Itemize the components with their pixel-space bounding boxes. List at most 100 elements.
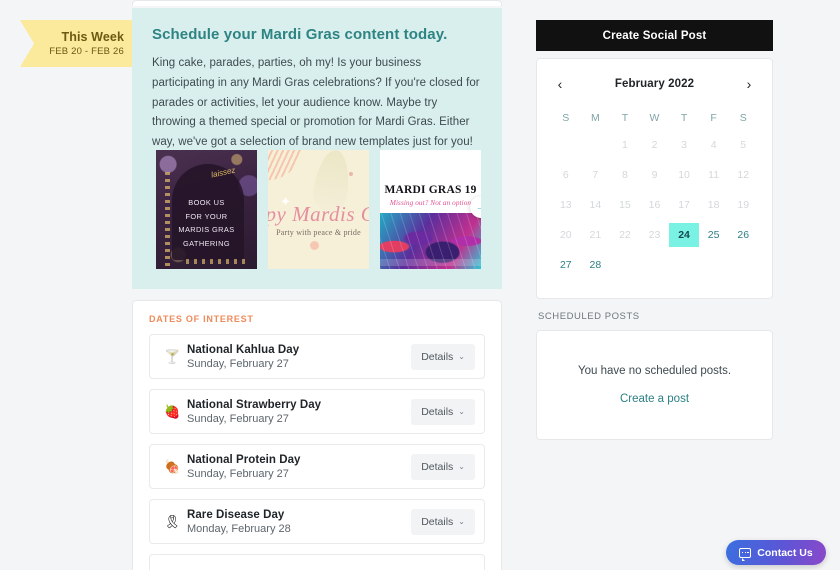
calendar-day-26[interactable]: 26 — [728, 223, 758, 247]
calendar-day-25[interactable]: 25 — [699, 223, 729, 247]
calendar-day-22: 22 — [619, 229, 631, 241]
template-card-3[interactable]: MARDI GRAS 19 Missing out? Not an option… — [380, 150, 481, 269]
calendar-day-2: 2 — [651, 139, 658, 151]
details-label: Details — [421, 350, 454, 363]
calendar-day-8: 8 — [622, 169, 628, 181]
calendar-prev-icon[interactable]: ‹ — [551, 76, 569, 92]
beads-decoration-bottom — [186, 259, 248, 264]
dates-of-interest-card: DATES OF INTEREST 🍸 National Kahlua Day … — [132, 300, 502, 570]
calendar-weekday: F — [710, 111, 717, 124]
template-3-subhead: Missing out? Not an option — [389, 199, 472, 207]
template-1-line-3: MARDIS GRAS — [178, 225, 235, 235]
scheduled-posts-empty-text: You have no scheduled posts. — [577, 365, 732, 377]
ribbon-title: This Week — [61, 30, 124, 44]
calendar-day-14: 14 — [589, 199, 602, 211]
calendar-day-27[interactable]: 27 — [551, 253, 581, 277]
calendar-day-11: 11 — [708, 169, 720, 181]
date-row[interactable]: 🍓 National Strawberry Day Sunday, Februa… — [149, 389, 485, 434]
calendar-day-1: 1 — [622, 139, 628, 151]
calendar-weekday: T — [621, 111, 629, 124]
strawberry-icon: 🍓 — [164, 403, 181, 419]
template-1-line-4: GATHERING — [183, 239, 230, 249]
calendar-header: ‹ February 2022 › — [551, 71, 758, 96]
calendar-day-blank — [551, 133, 581, 157]
ray-decoration — [268, 150, 302, 180]
calendar-day-blank — [581, 133, 611, 157]
calendar-weekday: M — [590, 111, 600, 124]
calendar-day-13: 13 — [559, 199, 572, 211]
date-name: National Protein Day — [187, 453, 301, 466]
calendar-day-7: 7 — [592, 169, 599, 181]
contact-us-button[interactable]: Contact Us — [726, 540, 826, 565]
cocktail-glass-icon: 🍸 — [164, 348, 181, 364]
details-label: Details — [421, 515, 454, 528]
date-row-partial[interactable] — [149, 554, 485, 570]
date-when: Sunday, February 27 — [187, 357, 289, 370]
date-info: National Protein Day Sunday, February 27 — [187, 454, 411, 480]
template-carousel: laissez BOOK US FOR YOUR MARDIS GRAS GAT… — [156, 150, 481, 269]
calendar-day-3: 3 — [681, 139, 687, 151]
date-row[interactable]: 🍖 National Protein Day Sunday, February … — [149, 444, 485, 489]
calendar-day-16: 16 — [648, 199, 661, 211]
calendar-day-17: 17 — [678, 199, 690, 211]
calendar-weekday: T — [680, 111, 688, 124]
calendar-day-9: 9 — [651, 169, 658, 181]
calendar-day-20: 20 — [559, 229, 572, 241]
calendar-day-28[interactable]: 28 — [581, 253, 611, 277]
calendar-day-5: 5 — [740, 139, 747, 151]
previous-card-stub — [132, 0, 502, 6]
create-a-post-link[interactable]: Create a post — [620, 393, 689, 405]
details-label: Details — [421, 405, 454, 418]
calendar-day-24[interactable]: 24 — [669, 223, 699, 247]
template-3-artwork — [380, 213, 481, 269]
details-button[interactable]: Details ⌄ — [411, 453, 475, 480]
promo-title: Schedule your Mardi Gras content today. — [152, 26, 448, 43]
date-name: National Strawberry Day — [187, 398, 322, 411]
details-label: Details — [421, 460, 454, 473]
dashboard-page: This Week FEB 20 - FEB 26 Schedule your … — [0, 0, 840, 570]
calendar-day-15: 15 — [619, 199, 631, 211]
details-button[interactable]: Details ⌄ — [411, 398, 475, 425]
chevron-down-icon: ⌄ — [458, 352, 465, 361]
calendar-day-23: 23 — [648, 229, 661, 241]
ribbon-icon: 🎗 — [164, 513, 181, 529]
chevron-down-icon: ⌄ — [458, 462, 465, 471]
calendar-day-10: 10 — [678, 169, 690, 181]
template-1-line-2: FOR YOUR — [185, 211, 228, 221]
calendar-day-6: 6 — [562, 169, 569, 181]
calendar-next-icon[interactable]: › — [740, 76, 758, 92]
contact-us-label: Contact Us — [757, 546, 813, 559]
template-card-2[interactable]: ✦ py Mardis G Party with peace & pride — [268, 150, 369, 269]
calendar-weekday: W — [649, 111, 660, 124]
calendar-card: ‹ February 2022 › S M T W T F S 1 2 3 4 5 6 7 8 9 10 11 12… — [536, 58, 773, 299]
calendar-day-12: 12 — [737, 169, 750, 181]
date-row[interactable]: 🎗 Rare Disease Day Monday, February 28 D… — [149, 499, 485, 544]
date-row[interactable]: 🍸 National Kahlua Day Sunday, February 2… — [149, 334, 485, 379]
calendar-grid: S M T W T F S 1 2 3 4 5 6 7 8 9 10 11 12 13 14 15 16 17 18 19 20 21… — [551, 105, 758, 280]
meat-icon: 🍖 — [164, 458, 181, 474]
chevron-down-icon: ⌄ — [458, 407, 465, 416]
date-when: Sunday, February 27 — [187, 412, 289, 425]
template-3-headline: MARDI GRAS 19 — [384, 184, 477, 196]
date-info: Rare Disease Day Monday, February 28 — [187, 509, 411, 535]
calendar-month-label: February 2022 — [614, 77, 695, 90]
details-button[interactable]: Details ⌄ — [411, 508, 475, 535]
artwork-footer-bar — [380, 259, 481, 266]
details-button[interactable]: Details ⌄ — [411, 343, 475, 370]
calendar-weekday: S — [739, 111, 747, 124]
calendar-weekday: S — [562, 111, 570, 124]
date-when: Monday, February 28 — [187, 522, 291, 535]
this-week-ribbon: This Week FEB 20 - FEB 26 — [20, 20, 133, 67]
template-1-text: BOOK US FOR YOUR MARDIS GRAS GATHERING — [156, 196, 257, 251]
ribbon-date-range: FEB 20 - FEB 26 — [49, 46, 124, 57]
create-social-post-button[interactable]: Create Social Post — [536, 20, 773, 51]
calendar-day-19: 19 — [737, 199, 750, 211]
calendar-day-4: 4 — [710, 139, 717, 151]
chevron-down-icon: ⌄ — [458, 517, 465, 526]
date-when: Sunday, February 27 — [187, 467, 289, 480]
template-card-1[interactable]: laissez BOOK US FOR YOUR MARDIS GRAS GAT… — [156, 150, 257, 269]
scheduled-posts-card: You have no scheduled posts. Create a po… — [536, 330, 773, 440]
dot-decoration-1 — [310, 241, 319, 250]
chat-bubble-icon — [739, 547, 752, 561]
calendar-day-18: 18 — [707, 199, 720, 211]
